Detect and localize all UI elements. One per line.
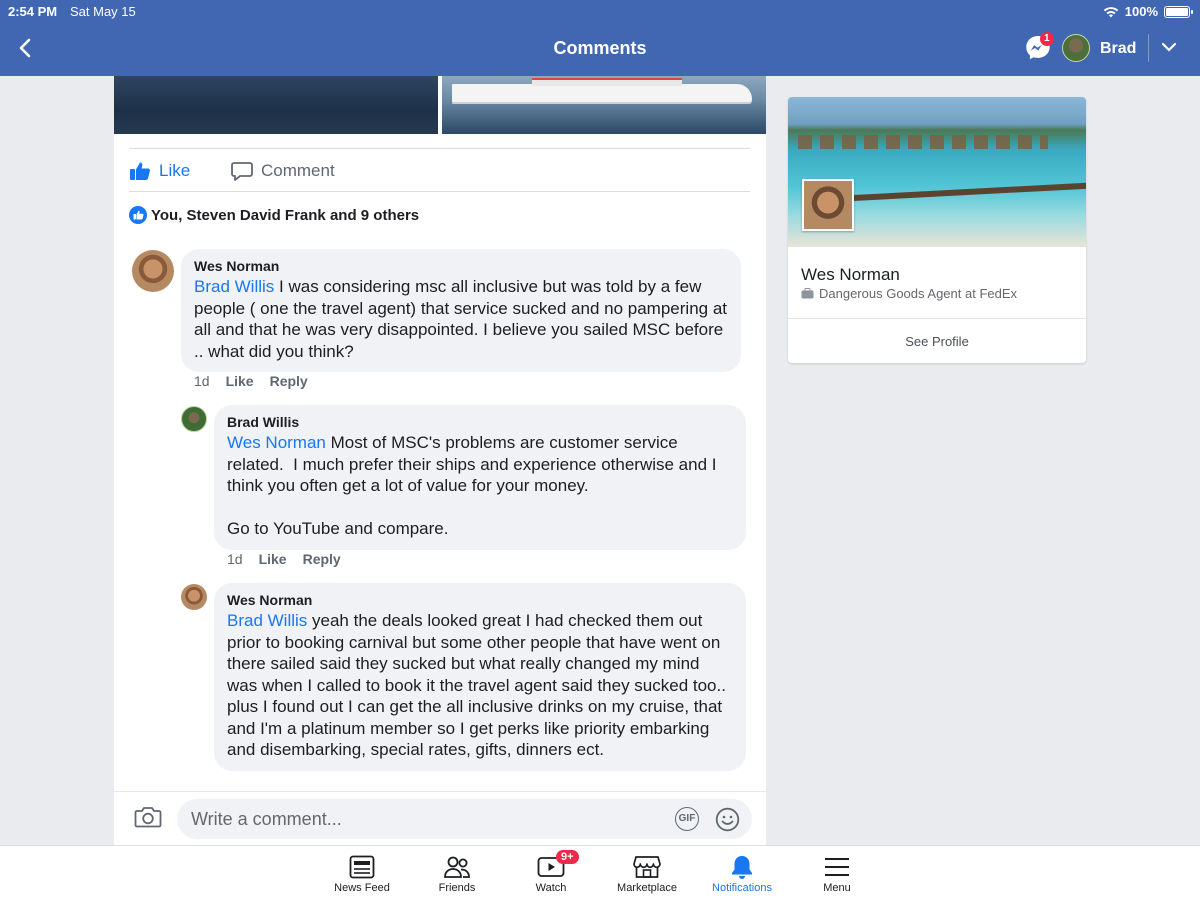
user-name[interactable]: Brad: [1100, 40, 1136, 58]
comment-bubble: Brad Willis Wes Norman Most of MSC's pro…: [214, 405, 746, 550]
briefcase-icon: [801, 288, 814, 299]
tab-watch[interactable]: 9+ Watch: [506, 850, 596, 894]
comment-time: 1d: [227, 551, 243, 567]
messenger-badge: 1: [1040, 32, 1054, 46]
page-title: Comments: [553, 38, 647, 58]
gif-icon[interactable]: GIF: [675, 807, 699, 831]
tab-notifications[interactable]: Notifications: [697, 852, 787, 894]
profile-work: Dangerous Goods Agent at FedEx: [801, 286, 1017, 301]
status-time: 2:54 PM: [8, 4, 58, 19]
comment-like-button[interactable]: Like: [259, 551, 287, 567]
profile-card: Wes Norman Dangerous Goods Agent at FedE…: [788, 97, 1086, 363]
tab-label: Marketplace: [617, 882, 677, 894]
comment-button[interactable]: Comment: [231, 161, 335, 181]
comment-body: I was considering msc all inclusive but …: [194, 277, 732, 361]
tab-friends[interactable]: Friends: [412, 852, 502, 894]
profile-picture[interactable]: [802, 179, 854, 231]
tab-marketplace[interactable]: Marketplace: [602, 852, 692, 894]
tab-label: Watch: [535, 882, 567, 894]
comment-icon: [231, 162, 253, 181]
comment-text: Wes Norman Most of MSC's problems are cu…: [227, 432, 733, 540]
profile-work-text: Dangerous Goods Agent at FedEx: [819, 286, 1018, 301]
avatar[interactable]: [181, 406, 207, 432]
comment-body: yeah the deals looked great I had checke…: [227, 611, 731, 759]
comment-label: Comment: [261, 161, 335, 180]
avatar[interactable]: [132, 250, 174, 292]
comment-author[interactable]: Wes Norman: [194, 258, 728, 274]
camera-icon[interactable]: [134, 805, 162, 829]
ship-shape: [452, 78, 752, 102]
tab-label: Friends: [438, 882, 476, 894]
status-date: Sat May 15: [70, 4, 136, 19]
chevron-down-icon[interactable]: [1160, 40, 1178, 54]
mention-link[interactable]: Wes Norman: [227, 433, 326, 452]
menu-icon: [825, 858, 849, 876]
bottom-tab-bar: News Feed Friends 9+ Watch Marketplace N…: [0, 845, 1200, 900]
post-actions: Like Comment: [129, 148, 750, 192]
like-reaction-icon: [129, 206, 147, 224]
marketplace-icon: [633, 856, 661, 878]
comment-bubble: Wes Norman Brad Willis yeah the deals lo…: [214, 583, 746, 771]
comment-composer: Write a comment... GIF: [114, 791, 766, 845]
top-navigation-bar: 2:54 PM Sat May 15 100% Comments 1 Brad: [0, 0, 1200, 76]
profile-name[interactable]: Wes Norman: [801, 265, 900, 285]
wifi-icon: [1103, 6, 1118, 17]
comment-like-button[interactable]: Like: [226, 373, 254, 389]
mention-link[interactable]: Brad Willis: [227, 611, 307, 630]
tab-label: Menu: [823, 882, 851, 894]
tab-label: Notifications: [712, 882, 772, 894]
comment-author[interactable]: Brad Willis: [227, 414, 733, 430]
comment-reply-button[interactable]: Reply: [303, 551, 341, 567]
like-button[interactable]: Like: [129, 161, 190, 181]
comment-text: Brad Willis yeah the deals looked great …: [227, 610, 733, 761]
avatar[interactable]: [1062, 34, 1090, 62]
battery-icon: [1164, 5, 1193, 18]
see-profile-button[interactable]: See Profile: [788, 318, 1086, 363]
tab-menu[interactable]: Menu: [792, 852, 882, 894]
mention-link[interactable]: Brad Willis: [194, 277, 274, 296]
thumbs-up-icon: [130, 162, 150, 180]
comment-input-placeholder: Write a comment...: [191, 809, 342, 829]
cover-huts: [798, 135, 1048, 149]
bell-icon: [732, 856, 752, 879]
comment-input[interactable]: Write a comment... GIF: [177, 799, 752, 839]
comment-reply-button[interactable]: Reply: [270, 373, 308, 389]
like-label: Like: [159, 161, 191, 180]
comment-author[interactable]: Wes Norman: [227, 592, 733, 608]
avatar[interactable]: [181, 584, 207, 610]
comment-bubble: Wes Norman Brad Willis I was considering…: [181, 249, 741, 372]
reaction-text: You, Steven David Frank and 9 others: [151, 206, 420, 224]
watch-badge: 9+: [556, 850, 579, 864]
divider: [1148, 34, 1149, 62]
news-feed-icon: [349, 855, 375, 879]
battery-percent: 100%: [1124, 4, 1158, 19]
tab-label: News Feed: [334, 882, 390, 894]
comment-meta: 1d Like Reply: [227, 551, 341, 567]
emoji-icon[interactable]: [715, 807, 740, 832]
cover-pier: [848, 182, 1086, 202]
comment-meta: 1d Like Reply: [194, 373, 308, 389]
friends-icon: [444, 856, 470, 878]
reaction-summary[interactable]: You, Steven David Frank and 9 others: [129, 206, 419, 224]
comments-panel: Like Comment You, Steven David Frank and…: [114, 76, 766, 845]
post-photos: [114, 76, 766, 134]
comment-time: 1d: [194, 373, 210, 389]
status-bar: 2:54 PM Sat May 15 100%: [0, 4, 1200, 20]
post-photo-ocean[interactable]: [114, 76, 438, 134]
comment-text: Brad Willis I was considering msc all in…: [194, 276, 728, 362]
battery-indicator: 100%: [1103, 4, 1193, 19]
tab-news-feed[interactable]: News Feed: [317, 852, 407, 894]
post-photo-cruise-ship[interactable]: [442, 76, 766, 134]
